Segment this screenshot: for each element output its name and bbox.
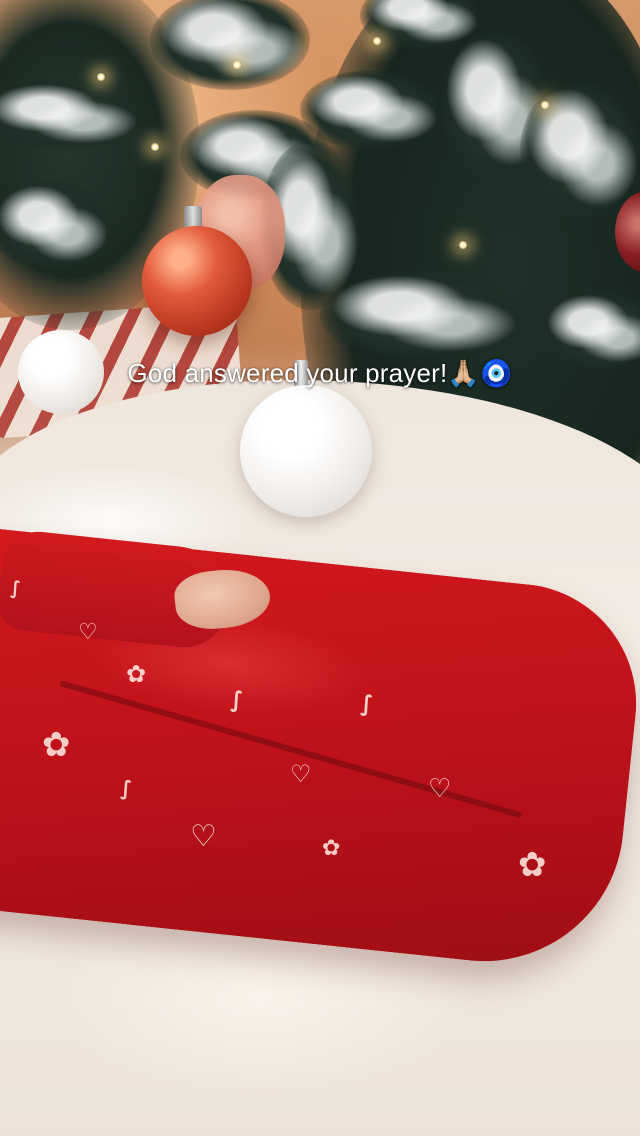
- candy-cane-print-icon: ∫: [360, 692, 374, 717]
- candy-cane-print-icon: ♡: [290, 760, 312, 788]
- snowy-branch: [520, 80, 640, 220]
- candy-cane-print-icon: ∫: [10, 578, 21, 599]
- fairy-light: [150, 142, 160, 152]
- candy-cane-print-icon: ♡: [78, 620, 98, 645]
- fairy-light: [540, 100, 550, 110]
- snowy-branch: [320, 270, 520, 360]
- candy-cane-print-icon: ∫: [120, 776, 133, 800]
- fairy-light: [458, 240, 468, 250]
- fairy-light: [232, 60, 242, 70]
- candy-cane-print-icon: ♡: [428, 774, 452, 804]
- story-photo: ✿ ✿ ✿ ✿ ♡ ♡ ♡ ♡ ∫ ∫ ∫ ∫ God answered you…: [0, 0, 640, 1136]
- red-ornament: [142, 226, 252, 336]
- candy-cane-print-icon: ♡: [190, 819, 217, 854]
- white-ornament-large: [240, 385, 372, 517]
- snowy-branch: [300, 70, 440, 150]
- snowflake-print-icon: ✿: [42, 725, 71, 765]
- fairy-light: [96, 72, 106, 82]
- snowflake-print-icon: ✿: [518, 845, 547, 885]
- snowflake-print-icon: ✿: [322, 836, 341, 861]
- snowflake-print-icon: ✿: [126, 660, 147, 688]
- story-caption: God answered your prayer!🙏🏼🧿: [127, 358, 513, 388]
- candy-cane-print-icon: ∫: [230, 688, 244, 713]
- fairy-light: [372, 36, 382, 46]
